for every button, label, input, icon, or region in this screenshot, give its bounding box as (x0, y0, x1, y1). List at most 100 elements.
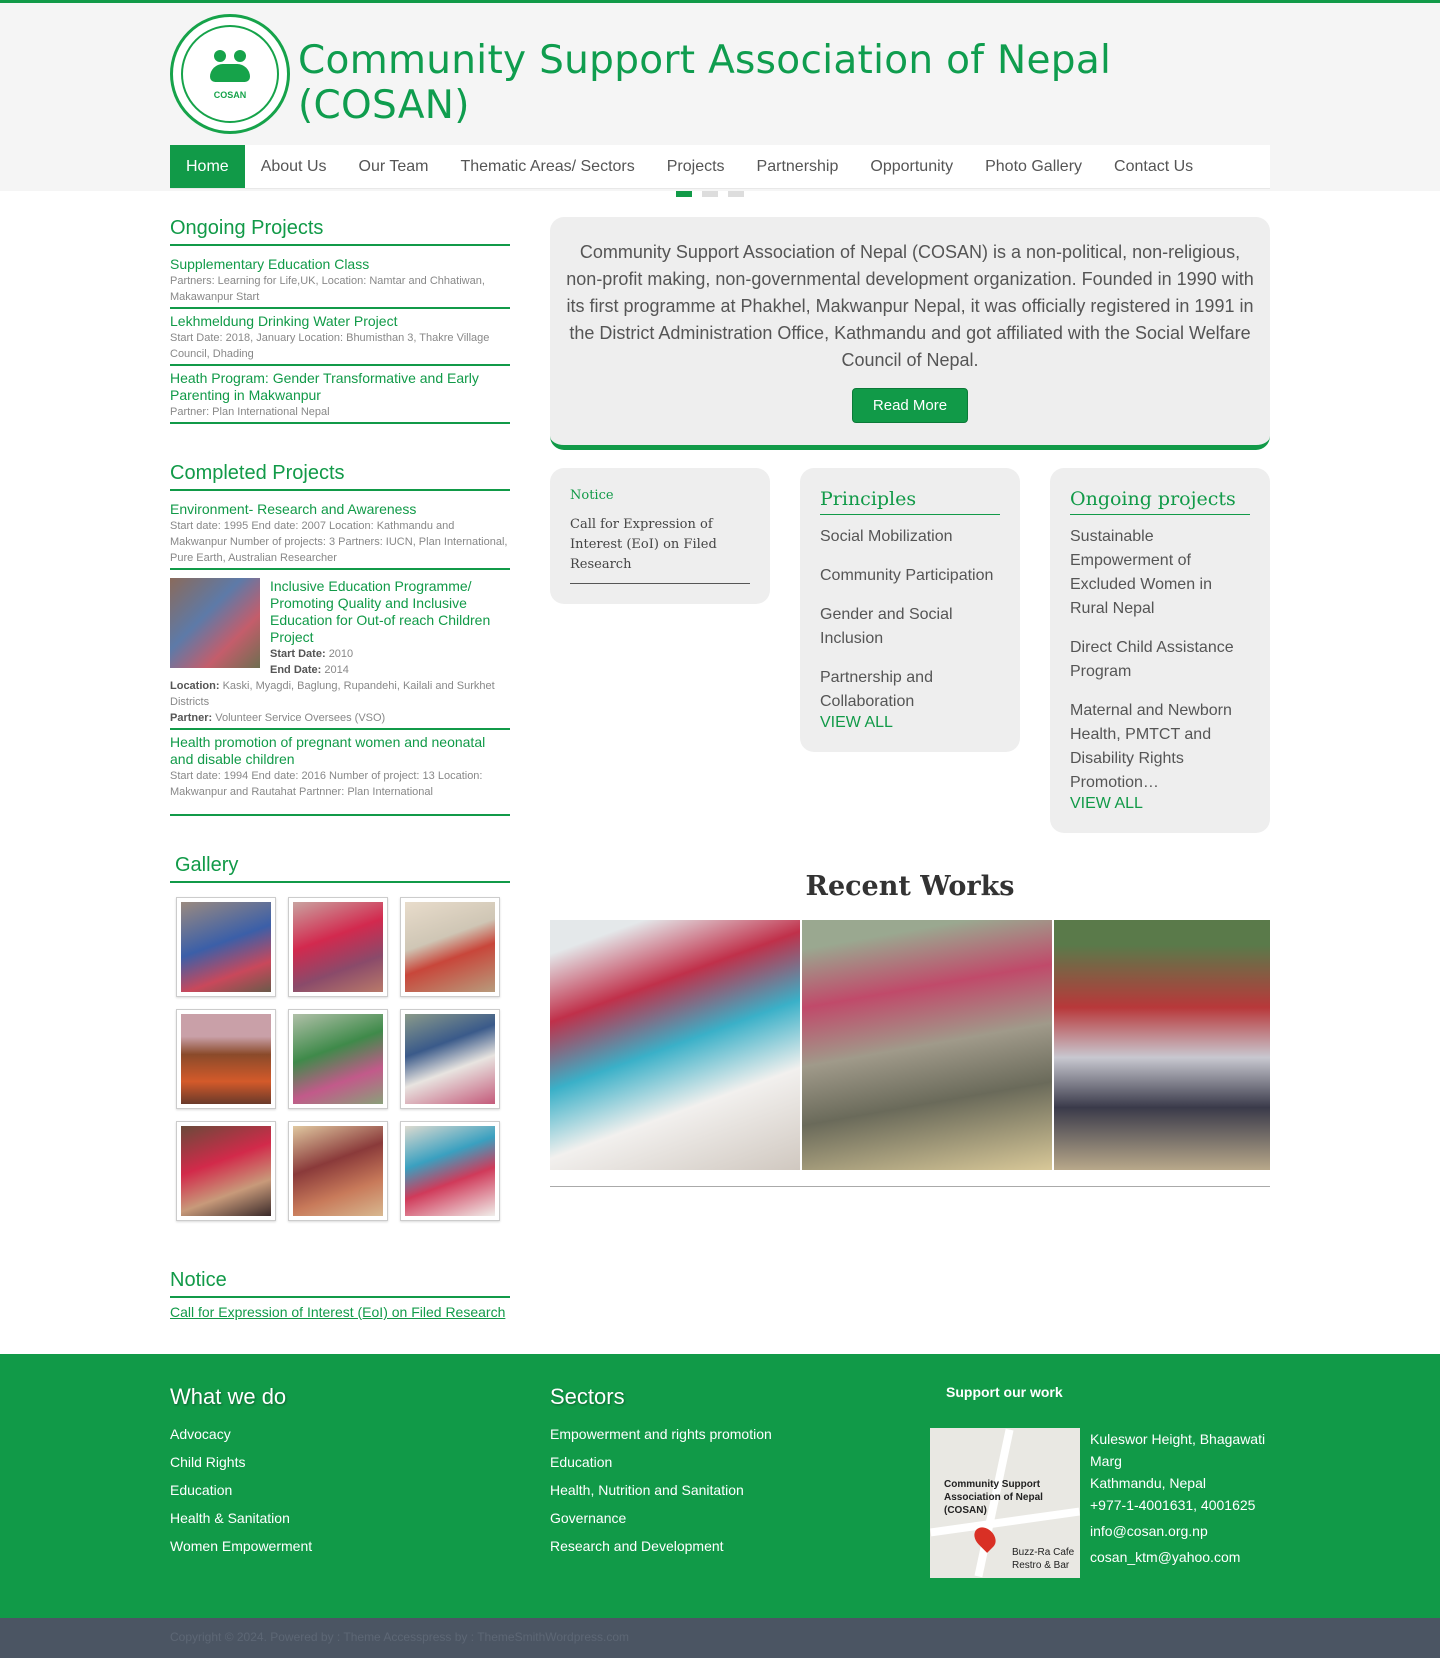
completed-projects-title: Completed Projects (170, 462, 510, 491)
ongoing-card-item[interactable]: Maternal and Newborn Health, PMTCT and D… (1070, 699, 1250, 795)
footer-link[interactable]: Advocacy (170, 1420, 550, 1448)
footer-link[interactable]: Child Rights (170, 1448, 550, 1476)
principles-card: Principles Social Mobilization Community… (800, 468, 1020, 752)
gallery-thumb[interactable] (176, 897, 276, 997)
contact-address: Kuleswor Height, Bhagawati Marg Kathmand… (1090, 1428, 1270, 1578)
principle-item: Partnership and Collaboration (820, 669, 933, 710)
gallery-thumb[interactable] (288, 1009, 388, 1109)
principles-title: Principles (820, 488, 1000, 515)
project-title[interactable]: Health promotion of pregnant women and n… (170, 734, 510, 768)
copyright-bar: Copyright © 2024. Powered by : Theme Acc… (0, 1618, 1440, 1658)
people-icon (208, 48, 252, 88)
ongoing-view-all-link[interactable]: VIEW ALL (1070, 795, 1250, 813)
left-sidebar: Ongoing Projects Supplementary Education… (170, 217, 510, 1320)
principle-item: Community Participation (820, 567, 994, 584)
project-title[interactable]: Supplementary Education Class (170, 256, 510, 273)
project-title[interactable]: Inclusive Education Programme/ Promoting… (270, 578, 510, 646)
cosan-logo[interactable]: COSAN (170, 14, 290, 134)
map-label: Community Support Association of Nepal (… (944, 1479, 1043, 1516)
read-more-button[interactable]: Read More (851, 388, 969, 423)
ongoing-projects-card: Ongoing projects Sustainable Empowerment… (1050, 468, 1270, 833)
copyright-text: Copyright © 2024. Powered by : Theme Acc… (170, 1630, 630, 1644)
footer-link[interactable]: Education (550, 1448, 930, 1476)
footer-link[interactable]: Health, Nutrition and Sanitation (550, 1476, 930, 1504)
email-link[interactable]: cosan_ktm@yahoo.com (1090, 1546, 1270, 1568)
principle-item: Social Mobilization (820, 528, 953, 545)
recent-work-image[interactable] (1054, 920, 1270, 1170)
footer-sectors: Sectors Empowerment and rights promotion… (550, 1384, 930, 1578)
partner: Volunteer Service Oversees (VSO) (215, 712, 386, 724)
project-meta: Start date: 1994 End date: 2016 Number o… (170, 770, 483, 798)
gallery-thumb[interactable] (400, 1009, 500, 1109)
recent-work-image[interactable] (802, 920, 1052, 1170)
nav-partnership[interactable]: Partnership (741, 145, 855, 188)
footer-link[interactable]: Research and Development (550, 1532, 930, 1560)
principles-view-all-link[interactable]: VIEW ALL (820, 714, 1000, 732)
project-thumbnail[interactable] (170, 578, 260, 668)
site-title[interactable]: Community Support Association of Nepal (… (298, 38, 1270, 128)
footer-link[interactable]: Education (170, 1476, 550, 1504)
email-link[interactable]: info@cosan.org.np (1090, 1520, 1270, 1542)
gallery-thumb[interactable] (400, 897, 500, 997)
project-meta: Partner: Plan International Nepal (170, 406, 330, 418)
gallery-thumb[interactable] (288, 897, 388, 997)
logo-small-text: COSAN (213, 90, 247, 100)
footer-link[interactable]: Governance (550, 1504, 930, 1532)
nav-home[interactable]: Home (170, 145, 245, 188)
start-date-label: Start Date: (270, 648, 326, 660)
nav-thematic-areas[interactable]: Thematic Areas/ Sectors (444, 145, 650, 188)
ongoing-card-item[interactable]: Direct Child Assistance Program (1070, 636, 1250, 684)
project-title[interactable]: Heath Program: Gender Transformative and… (170, 370, 510, 404)
recent-works-title: Recent Works (805, 871, 1015, 902)
nav-contact-us[interactable]: Contact Us (1098, 145, 1209, 188)
gallery-thumb[interactable] (176, 1009, 276, 1109)
end-date-label: End Date: (270, 664, 322, 676)
partner-label: Partner: (170, 712, 213, 724)
location-map[interactable]: Community Support Association of Nepal (… (930, 1428, 1080, 1578)
gallery-grid (170, 889, 510, 1221)
slider-dot[interactable] (702, 191, 718, 197)
nav-opportunity[interactable]: Opportunity (854, 145, 969, 188)
footer-link[interactable]: Empowerment and rights promotion (550, 1420, 930, 1448)
project-meta: Start Date: 2018, January Location: Bhum… (170, 332, 490, 360)
start-date: 2010 (328, 648, 354, 660)
recent-work-image[interactable] (550, 920, 800, 1170)
notice-card: Notice Call for Expression of Interest (… (550, 468, 770, 604)
project-title[interactable]: Environment- Research and Awareness (170, 501, 510, 518)
nav-photo-gallery[interactable]: Photo Gallery (969, 145, 1098, 188)
nav-projects[interactable]: Projects (651, 145, 741, 188)
footer-link[interactable]: Women Empowerment (170, 1532, 550, 1560)
nav-our-team[interactable]: Our Team (343, 145, 445, 188)
project-item: Supplementary Education Class Partners: … (170, 252, 510, 309)
support-title: Support our work (946, 1384, 1063, 1400)
address-line: Kathmandu, Nepal (1090, 1475, 1206, 1491)
project-meta: Start date: 1995 End date: 2007 Location… (170, 520, 508, 564)
main-nav: Home About Us Our Team Thematic Areas/ S… (170, 145, 1270, 189)
intro-text: Community Support Association of Nepal (… (566, 242, 1254, 370)
notice-card-link[interactable]: Call for Expression of Interest (EoI) on… (570, 515, 750, 584)
project-item: Heath Program: Gender Transformative and… (170, 366, 510, 424)
gallery-thumb[interactable] (176, 1121, 276, 1221)
slider-dot[interactable] (728, 191, 744, 197)
recent-works-row (550, 920, 1270, 1187)
ongoing-projects-title: Ongoing Projects (170, 217, 510, 246)
footer-link[interactable]: Health & Sanitation (170, 1504, 550, 1532)
slider-dot[interactable] (676, 191, 692, 197)
slider-dots (676, 191, 744, 197)
project-item: Lekhmeldung Drinking Water Project Start… (170, 309, 510, 366)
nav-about-us[interactable]: About Us (245, 145, 343, 188)
project-title[interactable]: Lekhmeldung Drinking Water Project (170, 313, 510, 330)
intro-box: Community Support Association of Nepal (… (550, 217, 1270, 450)
site-header: COSAN Community Support Association of N… (0, 3, 1440, 197)
footer-support: Support our work Community Support Assoc… (930, 1384, 1270, 1578)
footer-what-we-do: What we do Advocacy Child Rights Educati… (170, 1384, 550, 1578)
ongoing-card-item[interactable]: Sustainable Empowerment of Excluded Wome… (1070, 525, 1250, 621)
phone: +977-1-4001631, 4001625 (1090, 1497, 1256, 1513)
notice-link[interactable]: Call for Expression of Interest (EoI) on… (170, 1304, 510, 1320)
address-line: Kuleswor Height, Bhagawati Marg (1090, 1431, 1266, 1469)
gallery-title: Gallery (170, 854, 510, 883)
ongoing-card-title: Ongoing projects (1070, 488, 1250, 515)
gallery-thumb[interactable] (288, 1121, 388, 1221)
main-content: Community Support Association of Nepal (… (550, 217, 1270, 1320)
gallery-thumb[interactable] (400, 1121, 500, 1221)
